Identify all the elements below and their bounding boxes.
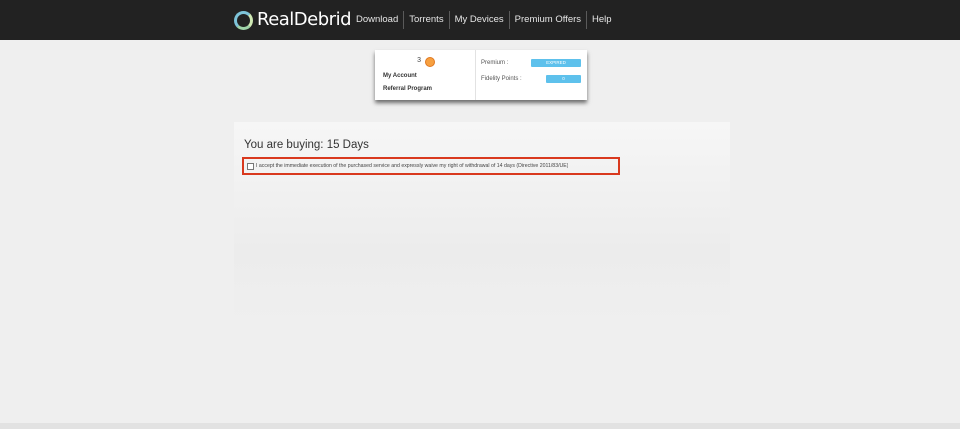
user-status-icon (425, 57, 435, 67)
referral-program-link[interactable]: Referral Program (383, 86, 432, 92)
my-account-link[interactable]: My Account (383, 73, 417, 79)
premium-label: Premium : (481, 60, 509, 66)
main-nav: Download Torrents My Devices Premium Off… (351, 10, 617, 30)
account-stats: Premium : EXPIRED Fidelity Points : 0 (476, 50, 587, 100)
nav-torrents[interactable]: Torrents (403, 11, 448, 29)
account-menu: 3 My Account Referral Program (375, 50, 476, 100)
nav-download[interactable]: Download (351, 11, 403, 29)
fidelity-points-badge: 0 (546, 75, 581, 83)
account-summary-card: 3 My Account Referral Program Premium : … (375, 50, 587, 100)
page-bottom-edge (0, 423, 960, 429)
realdebrid-logo[interactable]: RealDebrid (234, 9, 352, 31)
consent-checkbox[interactable] (247, 162, 254, 170)
withdrawal-consent[interactable]: I accept the immediate execution of the … (242, 157, 620, 175)
username: 3 (417, 57, 421, 64)
nav-help[interactable]: Help (586, 11, 617, 29)
premium-status-badge: EXPIRED (531, 59, 581, 67)
logo-text: RealDebrid (257, 9, 352, 30)
nav-my-devices[interactable]: My Devices (448, 11, 509, 29)
purchase-panel: You are buying: 15 Days I accept the imm… (234, 122, 730, 322)
purchase-title: You are buying: 15 Days (244, 139, 369, 151)
top-navigation-bar: RealDebrid Download Torrents My Devices … (0, 0, 960, 40)
logo-ring-icon (234, 10, 253, 30)
nav-premium-offers[interactable]: Premium Offers (508, 11, 586, 29)
fidelity-points-label: Fidelity Points : (481, 76, 522, 82)
consent-text: I accept the immediate execution of the … (256, 163, 569, 169)
